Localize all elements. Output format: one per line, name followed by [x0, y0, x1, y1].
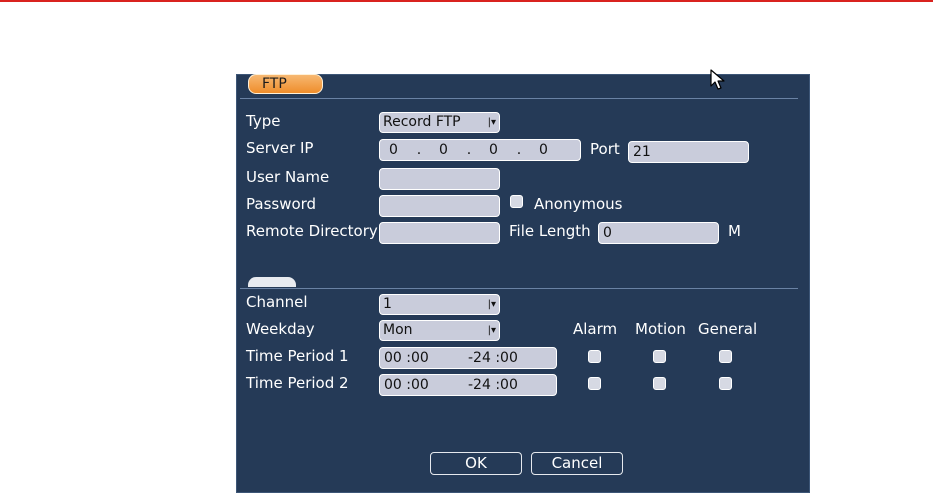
server-ip-input[interactable]: 0.0.0.0 — [379, 139, 581, 161]
time-period-1-end[interactable]: -24 :00 — [468, 348, 518, 368]
anonymous-checkbox[interactable] — [510, 195, 523, 208]
time-period-2-general-checkbox[interactable] — [719, 377, 732, 390]
general-column-header: General — [698, 320, 758, 338]
type-label: Type — [246, 112, 281, 130]
password-label: Password — [246, 195, 317, 213]
schedule-divider — [240, 288, 798, 289]
top-accent-line — [0, 0, 933, 2]
time-period-2-motion-checkbox[interactable] — [653, 377, 666, 390]
alarm-column-header: Alarm — [573, 320, 618, 338]
ip-octet-3[interactable]: 0 — [489, 140, 499, 160]
time-period-1-start[interactable]: 00 :00 — [384, 350, 429, 366]
cancel-button[interactable]: Cancel — [531, 452, 623, 475]
server-ip-label: Server IP — [246, 139, 314, 157]
channel-select-value: 1 — [383, 296, 392, 312]
time-period-1-general-checkbox[interactable] — [719, 350, 732, 363]
user-name-label: User Name — [246, 168, 330, 186]
weekday-select-value: Mon — [383, 322, 413, 338]
remote-directory-input[interactable] — [379, 222, 500, 244]
password-input[interactable] — [379, 195, 500, 217]
time-period-2-alarm-checkbox[interactable] — [588, 377, 601, 390]
motion-column-header: Motion — [635, 320, 686, 338]
ip-octet-2[interactable]: 0 — [439, 140, 449, 160]
time-period-2-label: Time Period 2 — [246, 374, 349, 392]
schedule-tab[interactable] — [248, 277, 296, 287]
time-period-2-input[interactable]: 00 :00 -24 :00 — [379, 374, 557, 396]
file-length-unit: M — [728, 222, 741, 240]
ip-octet-1[interactable]: 0 — [389, 140, 399, 160]
type-select-value: Record FTP — [383, 114, 461, 130]
chevron-down-icon: |▾ — [487, 299, 496, 310]
time-period-1-motion-checkbox[interactable] — [653, 350, 666, 363]
user-name-input[interactable] — [379, 168, 500, 190]
header-divider — [240, 98, 798, 99]
channel-label: Channel — [246, 293, 308, 311]
time-period-1-label: Time Period 1 — [246, 347, 349, 365]
remote-directory-label: Remote Directory — [246, 222, 378, 240]
ftp-settings-panel: FTP Type Record FTP |▾ Server IP 0.0.0.0… — [236, 74, 810, 493]
time-period-2-start[interactable]: 00 :00 — [384, 377, 429, 393]
ip-octet-4[interactable]: 0 — [539, 140, 549, 160]
chevron-down-icon: |▾ — [487, 325, 496, 336]
port-label: Port — [590, 140, 620, 158]
tab-ftp[interactable]: FTP — [248, 74, 323, 94]
time-period-1-alarm-checkbox[interactable] — [588, 350, 601, 363]
type-select[interactable]: Record FTP |▾ — [379, 112, 500, 133]
file-length-input[interactable]: 0 — [598, 222, 719, 244]
port-input[interactable]: 21 — [628, 141, 749, 163]
weekday-select[interactable]: Mon |▾ — [379, 320, 500, 341]
mouse-pointer-icon — [710, 69, 725, 90]
weekday-label: Weekday — [246, 320, 315, 338]
ok-button[interactable]: OK — [430, 452, 522, 475]
time-period-2-end[interactable]: -24 :00 — [468, 375, 518, 395]
anonymous-label: Anonymous — [534, 195, 623, 213]
time-period-1-input[interactable]: 00 :00 -24 :00 — [379, 347, 557, 369]
chevron-down-icon: |▾ — [487, 117, 496, 128]
channel-select[interactable]: 1 |▾ — [379, 294, 500, 315]
file-length-label: File Length — [509, 222, 591, 240]
